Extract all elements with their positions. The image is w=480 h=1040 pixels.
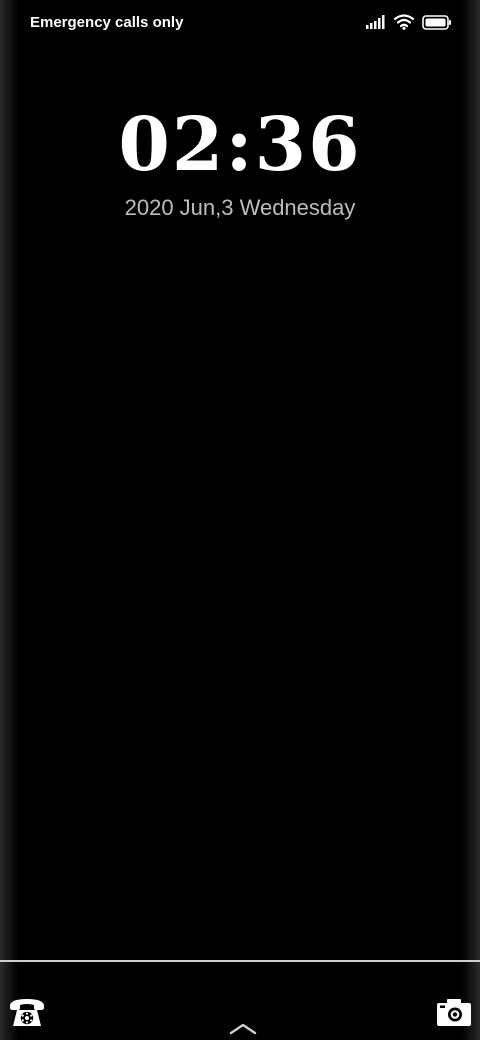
signal-icon (366, 15, 386, 29)
camera-icon (436, 999, 472, 1032)
lock-screen: Emergency calls only 02:36 2020 Jun,3 We… (0, 0, 480, 1040)
wifi-icon (394, 14, 414, 30)
camera-shortcut[interactable] (436, 996, 472, 1028)
chevron-up-icon (228, 1023, 258, 1040)
bottom-divider (0, 960, 480, 962)
phone-icon (8, 999, 46, 1032)
status-bar: Emergency calls only (0, 0, 480, 44)
phone-shortcut[interactable] (8, 996, 46, 1028)
carrier-status-text: Emergency calls only (30, 14, 184, 31)
status-icons (366, 12, 452, 32)
swipe-up-handle[interactable] (228, 1020, 258, 1036)
lockscreen-date: 2020 Jun,3 Wednesday (124, 195, 356, 220)
lockscreen-clock: 02:36 (118, 102, 362, 188)
battery-icon (422, 14, 452, 30)
